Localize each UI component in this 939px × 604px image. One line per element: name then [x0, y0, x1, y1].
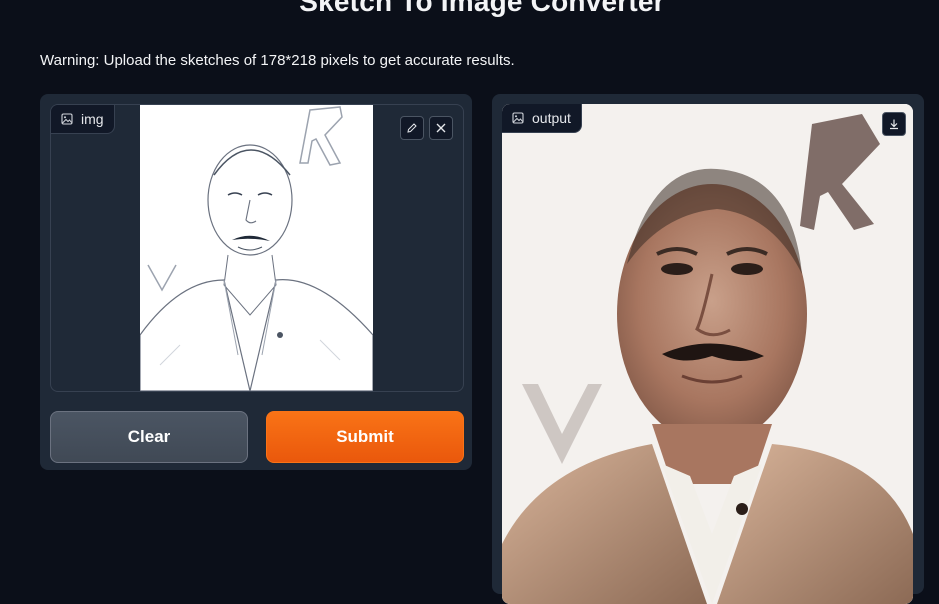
- page-title: Sketch To Image Converter: [299, 0, 665, 17]
- output-image-box: output: [502, 104, 913, 604]
- warning-text: Warning: Upload the sketches of 178*218 …: [40, 52, 515, 69]
- image-input[interactable]: img: [50, 104, 464, 392]
- edit-button[interactable]: [400, 116, 424, 140]
- submit-button[interactable]: Submit: [266, 411, 464, 463]
- image-icon: [61, 113, 73, 125]
- image-input-label: img: [51, 105, 115, 134]
- input-panel: img Clear Submit: [40, 94, 472, 470]
- output-label-text: output: [532, 110, 571, 126]
- image-icon: [512, 112, 524, 124]
- download-button[interactable]: [882, 112, 906, 136]
- image-input-label-text: img: [81, 111, 104, 127]
- pencil-icon: [407, 123, 417, 133]
- output-photo: [502, 104, 913, 604]
- sketch-image: [140, 105, 373, 391]
- output-panel: output: [492, 94, 924, 604]
- clear-image-button[interactable]: [429, 116, 453, 140]
- clear-button[interactable]: Clear: [50, 411, 248, 463]
- download-icon: [890, 119, 898, 130]
- output-label: output: [502, 104, 582, 133]
- close-icon: [436, 123, 446, 133]
